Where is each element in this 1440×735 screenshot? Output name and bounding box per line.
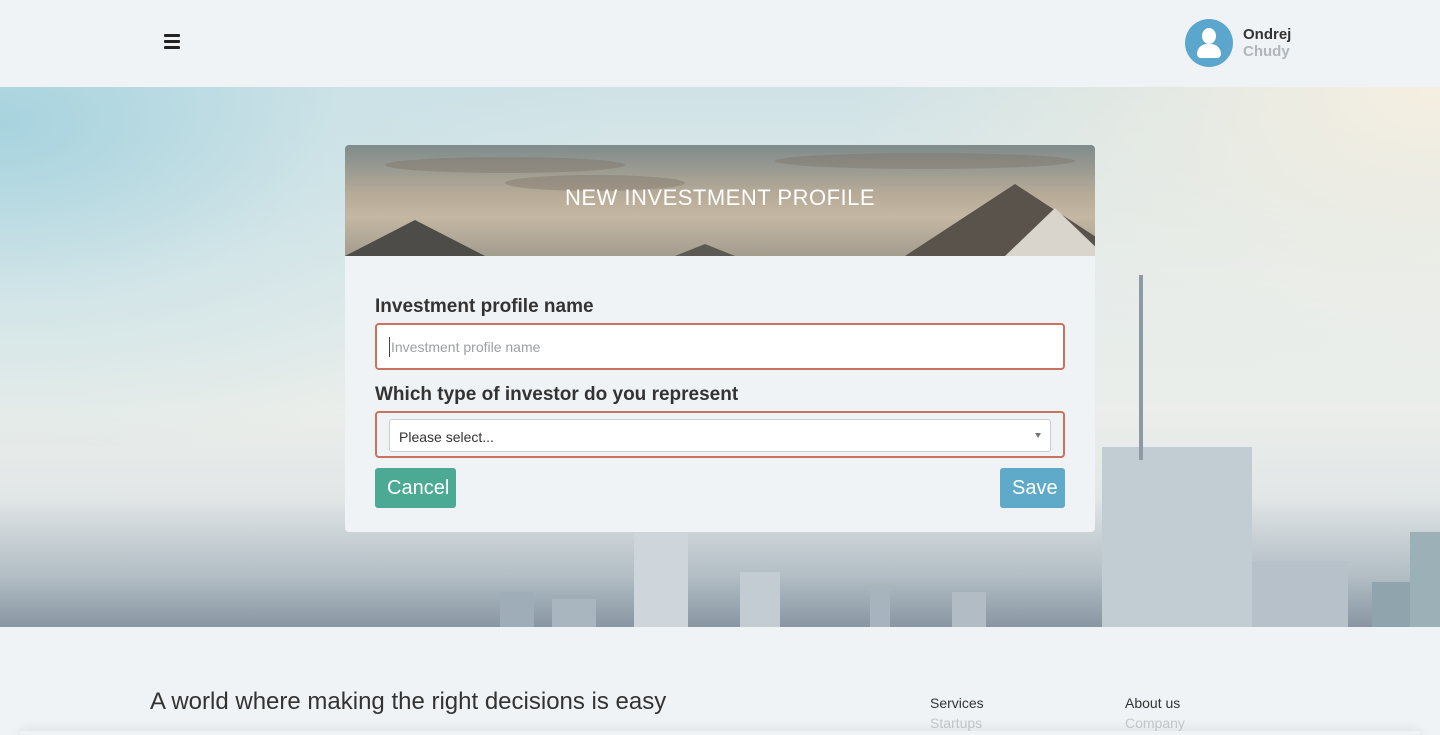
footer: A world where making the right decisions… [0, 627, 1440, 735]
footer-link-startups[interactable]: Startups [930, 713, 984, 733]
investor-type-selected: Please select... [399, 429, 494, 445]
user-profile[interactable]: Ondrej Chudy [1185, 19, 1291, 67]
investor-type-select[interactable]: Please select... [389, 419, 1051, 452]
user-avatar-icon[interactable] [1185, 19, 1233, 67]
hamburger-menu-icon[interactable] [164, 34, 180, 50]
profile-name-label: Investment profile name [375, 296, 594, 317]
footer-tagline: A world where making the right decisions… [150, 688, 667, 715]
new-investment-profile-card: NEW INVESTMENT PROFILE Investment profil… [345, 145, 1095, 532]
user-first-name: Ondrej [1243, 26, 1292, 43]
footer-column-about: About us Company [1125, 693, 1185, 733]
footer-heading-about: About us [1125, 695, 1181, 711]
cancel-button[interactable]: Cancel [375, 468, 456, 508]
save-button[interactable]: Save [1000, 468, 1065, 508]
chevron-down-icon [1035, 433, 1041, 438]
investor-type-field: Please select... [375, 411, 1065, 458]
top-header: Ondrej Chudy [0, 0, 1440, 87]
footer-heading-services: Services [930, 695, 984, 711]
profile-name-field [375, 323, 1065, 370]
footer-link-company[interactable]: Company [1125, 713, 1185, 733]
form-actions: Cancel Save [375, 468, 1065, 508]
user-name: Ondrej Chudy [1243, 26, 1291, 60]
investor-type-label: Which type of investor do you represent [375, 384, 739, 405]
form-body: Investment profile name Which type of in… [345, 256, 1095, 508]
footer-column-services: Services Startups [930, 693, 984, 733]
user-last-name: Chudy [1243, 43, 1290, 60]
card-banner: NEW INVESTMENT PROFILE [345, 145, 1095, 256]
profile-name-input[interactable] [389, 337, 1049, 357]
card-title: NEW INVESTMENT PROFILE [564, 185, 876, 210]
